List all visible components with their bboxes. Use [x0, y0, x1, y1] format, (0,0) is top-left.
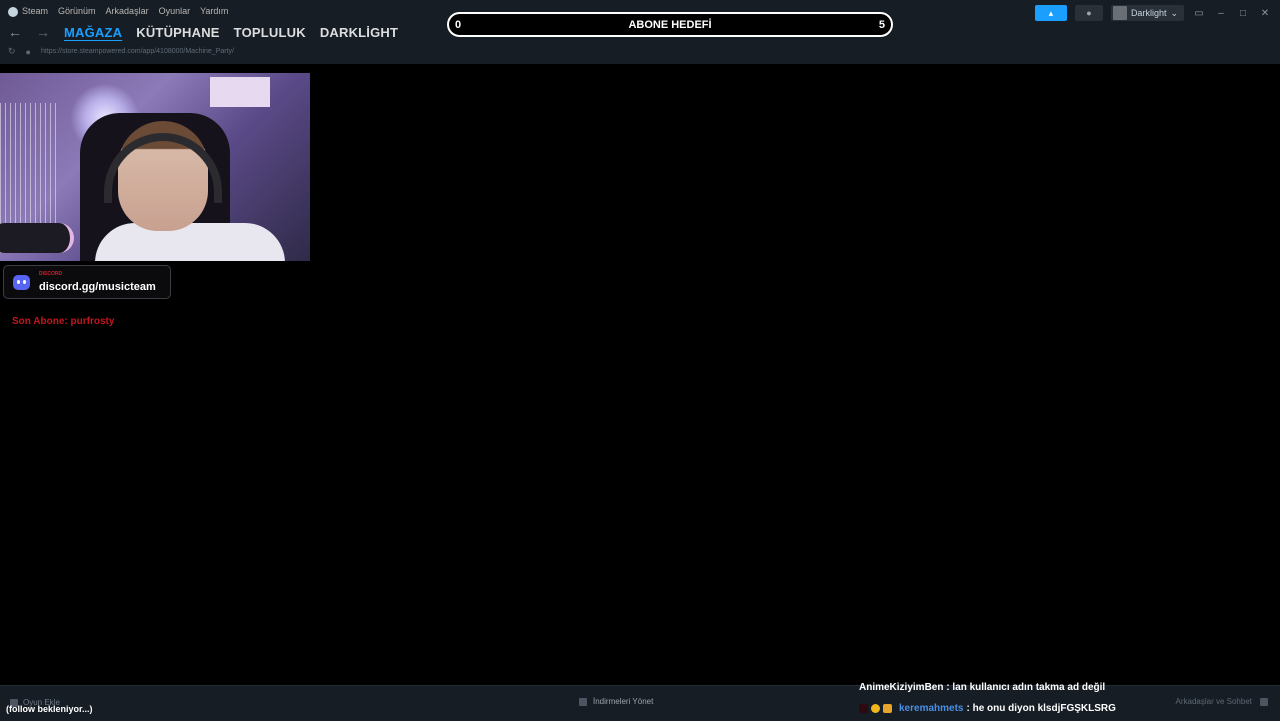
steam-logo-icon — [8, 6, 18, 17]
tab-profile[interactable]: DARKLİGHT — [320, 25, 398, 40]
chat-user: keremahmets — [899, 703, 964, 714]
minimize-icon[interactable]: – — [1214, 8, 1228, 19]
discord-link: discord.gg/musicteam — [39, 281, 156, 293]
menu-games[interactable]: Oyunlar — [159, 6, 191, 16]
chevron-down-icon: ⌄ — [1170, 7, 1178, 18]
notification-bell-icon[interactable]: ● — [1074, 5, 1103, 21]
url-row: ↻ ● https://store.steampowered.com/app/4… — [8, 46, 234, 57]
download-icon — [579, 697, 587, 706]
avatar — [1112, 6, 1127, 20]
goal-title: ABONE HEDEFİ — [628, 19, 712, 31]
menu-steam[interactable]: Steam — [8, 6, 48, 17]
chat-icon — [1260, 697, 1268, 706]
maximize-icon[interactable]: □ — [1236, 8, 1250, 19]
menu-steam-label: Steam — [22, 6, 49, 16]
manage-downloads-button[interactable]: İndirmeleri Yönet — [579, 697, 653, 706]
discord-overlay: DISCORD discord.gg/musicteam — [3, 265, 171, 299]
chat-text: : lan kullanıcı adın takma ad değil — [943, 682, 1106, 693]
forward-arrow-icon[interactable]: → — [36, 24, 50, 40]
webcam-feed — [0, 73, 310, 261]
last-subscriber: Son Abone: purfrosty — [12, 316, 115, 327]
webcam-microphone — [0, 223, 74, 253]
back-arrow-icon[interactable]: ← — [8, 24, 22, 40]
chat-message: AnimeKiziyimBen : lan kullanıcı adın tak… — [859, 682, 1105, 693]
lock-icon: ● — [25, 46, 31, 57]
discord-label: DISCORD — [39, 271, 63, 277]
announcement-icon[interactable]: ▴ — [1034, 5, 1067, 21]
account-name: Darklight — [1130, 8, 1167, 18]
badge-icon — [871, 704, 880, 713]
friends-chat-label: Arkadaşlar ve Sohbet — [1175, 697, 1253, 706]
steam-titlebar: Steam Görünüm Arkadaşlar Oyunlar Yardım … — [0, 0, 1280, 64]
menu-view[interactable]: Görünüm — [58, 6, 96, 16]
goal-end: 5 — [878, 19, 885, 31]
account-menu[interactable]: Darklight ⌄ — [1110, 5, 1184, 21]
refresh-icon[interactable]: ↻ — [8, 46, 16, 57]
chat-text: : he onu diyon klsdjFGŞKLSRG — [966, 703, 1116, 714]
badge-icon — [859, 704, 868, 713]
chat-message: keremahmets : he onu diyon klsdjFGŞKLSRG — [859, 703, 1116, 714]
webcam-person-body — [95, 223, 285, 261]
discord-icon — [13, 275, 30, 290]
big-picture-icon[interactable]: ▭ — [1192, 8, 1206, 19]
webcam-shelf — [210, 77, 270, 107]
menu-help[interactable]: Yardım — [200, 6, 228, 16]
window-controls: ▴ ● Darklight ⌄ ▭ – □ ✕ — [1034, 5, 1272, 21]
friends-chat-button[interactable]: Arkadaşlar ve Sohbet — [1175, 697, 1268, 706]
follow-alert-text: (follow bekleniyor...) — [6, 704, 93, 714]
downloads-label: İndirmeleri Yönet — [593, 697, 654, 706]
tab-store[interactable]: MAĞAZA — [64, 25, 122, 40]
menu-friends[interactable]: Arkadaşlar — [106, 6, 149, 16]
close-icon[interactable]: ✕ — [1258, 8, 1272, 19]
crown-badge-icon — [883, 704, 892, 713]
chat-user: AnimeKiziyimBen — [859, 682, 944, 693]
nav-row: ← → MAĞAZA KÜTÜPHANE TOPLULUK DARKLİGHT — [8, 24, 398, 40]
subscriber-goal-bar: 0 ABONE HEDEFİ 5 — [447, 12, 893, 37]
tab-community[interactable]: TOPLULUK — [234, 25, 306, 40]
tab-library[interactable]: KÜTÜPHANE — [136, 25, 219, 40]
url-text[interactable]: https://store.steampowered.com/app/41080… — [41, 48, 234, 55]
menu-bar: Steam Görünüm Arkadaşlar Oyunlar Yardım — [8, 6, 228, 17]
